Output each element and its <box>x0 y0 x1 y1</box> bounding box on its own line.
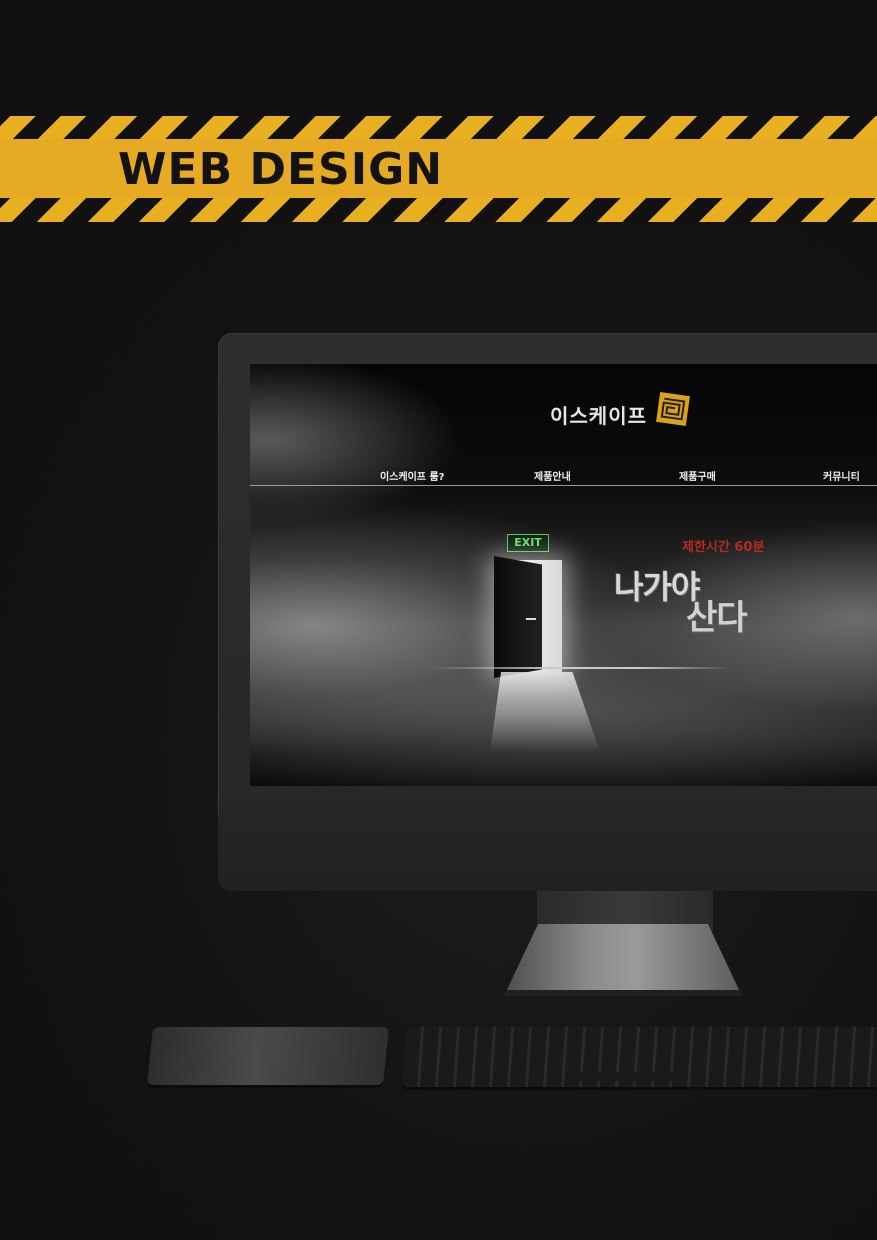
floor-light-line <box>430 667 730 669</box>
maze-logo-icon <box>656 392 690 426</box>
nav-item-community[interactable]: 커뮤니티 <box>823 468 860 483</box>
caution-tape-top <box>0 116 877 140</box>
light-beam <box>490 672 600 752</box>
banner-title: WEB DESIGN <box>118 144 444 195</box>
exit-sign: EXIT <box>507 534 549 552</box>
nav-divider <box>250 485 877 486</box>
nav-item-about[interactable]: 이스케이프 룸? <box>380 468 444 483</box>
monitor-chin <box>218 815 877 891</box>
site-logo-text[interactable]: 이스케이프 <box>550 400 647 429</box>
hero-headline-2: 산다 <box>686 598 748 638</box>
nav-item-purchase[interactable]: 제품구매 <box>679 468 716 483</box>
door-icon <box>494 556 542 678</box>
monitor-stand <box>505 924 741 994</box>
keyboard-spacebar <box>575 1072 685 1081</box>
monitor-stand-base <box>505 990 741 996</box>
trackpad <box>146 1027 390 1085</box>
time-limit-text: 제한시간 60분 <box>682 540 765 555</box>
page: { "banner": { "title": "WEB DESIGN" }, "… <box>0 0 877 1240</box>
caution-tape-bottom <box>0 198 877 222</box>
monitor-screen: 이스케이프 이스케이프 룸? 제품안내 제품구매 커뮤니티 EXIT 제한시간 … <box>250 364 877 786</box>
nav-item-products[interactable]: 제품안내 <box>534 468 571 483</box>
door-handle <box>526 618 536 620</box>
